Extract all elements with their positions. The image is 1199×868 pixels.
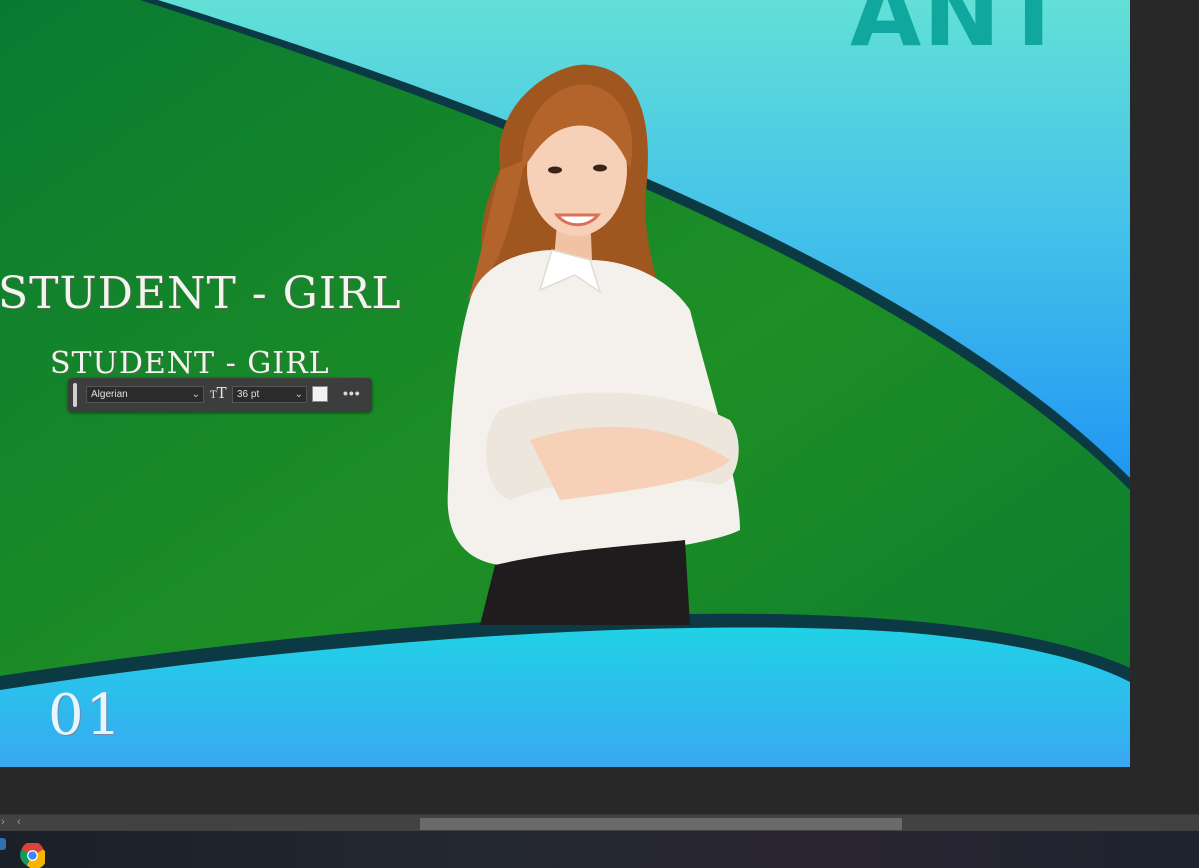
document-workspace: ANT STUDENT - GIRL STUDENT - GIRL 01 Alg… [0,0,1199,814]
chevron-down-icon: ⌄ [191,389,200,400]
student-girl-photo[interactable] [440,60,760,625]
more-options-button[interactable]: ••• [343,386,361,400]
taskbar [0,831,1199,868]
scroll-left-arrow-icon[interactable]: ‹ [17,816,21,828]
headline-large[interactable]: STUDENT - GIRL [0,268,402,319]
headline-small-editing[interactable]: STUDENT - GIRL [50,346,330,381]
font-size-icon: TT [210,384,227,402]
horizontal-scrollbar[interactable]: › ‹ [0,814,1199,832]
chevron-down-icon: ⌄ [294,389,303,400]
chrome-icon[interactable] [20,843,45,868]
scroll-right-arrow-icon[interactable]: › [1,816,5,828]
font-family-value: Algerian [91,389,128,400]
taskbar-app-icon-partial[interactable] [0,838,6,850]
slide-number[interactable]: 01 [48,688,123,744]
drag-handle[interactable] [73,383,77,407]
font-size-dropdown[interactable]: 36 pt ⌄ [232,386,307,403]
font-family-dropdown[interactable]: Algerian ⌄ [86,386,204,403]
text-color-swatch[interactable] [312,386,328,402]
brand-text[interactable]: ANT [850,0,1067,60]
font-size-value: 36 pt [237,389,260,400]
scrollbar-thumb[interactable] [420,818,902,830]
